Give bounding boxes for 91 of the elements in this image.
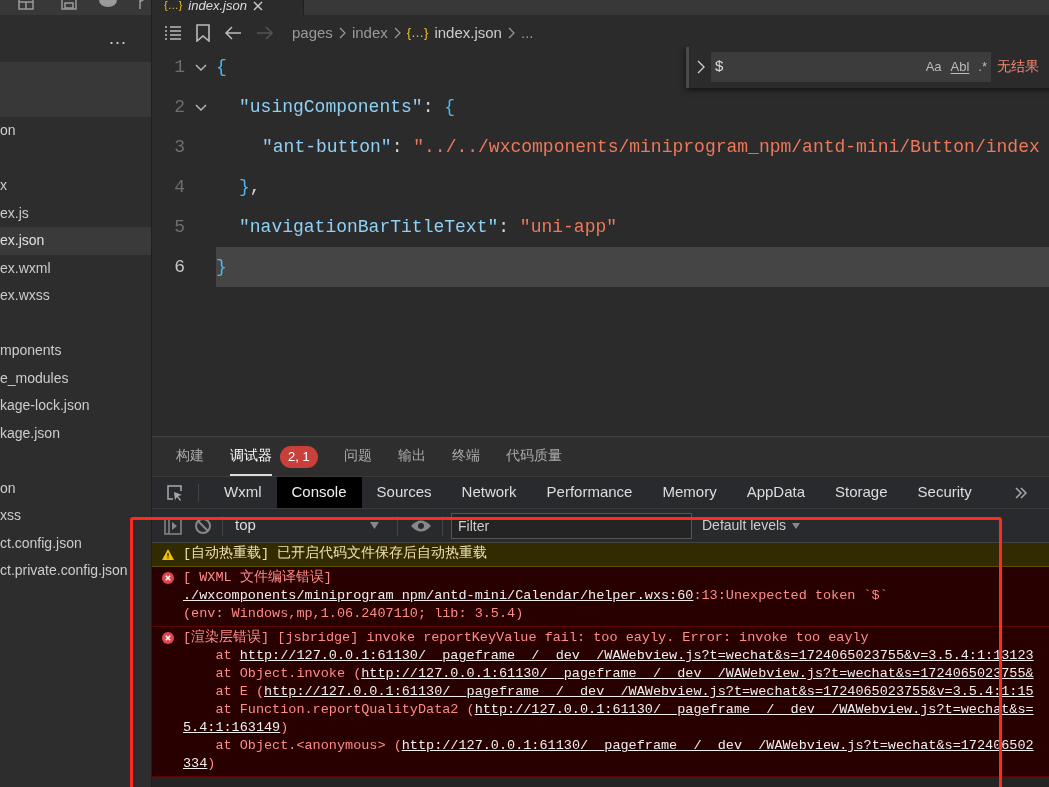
devtools-tab[interactable]: Memory [647,477,732,508]
regex-toggle[interactable]: .* [978,56,987,77]
filter-field[interactable]: Filter [451,512,692,539]
devtools-tab[interactable]: Sources [361,477,447,508]
error-text: ) [280,719,289,737]
no-results-text: 无结果 [997,57,1039,76]
breadcrumb-chevron-icon [338,27,346,39]
file-tree-item[interactable]: kage-lock.json [0,392,151,420]
line-number: 6 [173,255,185,279]
json-file-icon: {…} [164,0,183,11]
code-line: } [216,255,227,279]
dropdown-caret-icon [370,522,379,529]
back-arrow-icon[interactable] [224,26,242,40]
breadcrumb-item[interactable]: index.json [434,21,502,45]
line-number: 4 [173,175,185,199]
editor-tab[interactable]: {…} index.json [152,0,304,15]
source-link[interactable]: ./wxcomponents/miniprogram_npm/antd-mini/Calendar/helper.wxs:60 [183,587,694,605]
error-message: [渲染层错误] [jsbridge] invoke reportKeyValue fail: too eayly. Error: invoke too eayly [183,629,870,647]
devtools-tab[interactable]: Storage [820,477,903,508]
error-message: (env: Windows,mp,1.06.2407110; lib: 3.5.4) [183,605,525,623]
devtools-tab[interactable]: AppData [731,477,820,508]
fold-chevron-icon[interactable] [194,63,207,71]
json-file-icon: {…} [406,23,429,43]
file-tree-item[interactable]: ct.config.json [0,529,151,557]
line-number: 5 [173,215,185,239]
warning-icon [162,548,174,560]
close-icon[interactable] [252,0,263,11]
find-query-text: $ [715,56,725,77]
error-text: at [214,647,233,665]
file-tree-item[interactable]: e_modules [0,364,151,392]
outline-icon[interactable] [164,26,182,40]
code-line: }, [239,175,261,199]
file-tree-item[interactable]: ex.js [0,199,151,227]
file-tree-item[interactable]: ex.json [0,227,151,255]
file-tree-item[interactable]: mponents [0,337,151,365]
file-tree-item[interactable]: x [0,172,151,200]
file-tree-item[interactable]: xss [0,502,151,530]
file-tree-item[interactable]: ex.wxml [0,254,151,282]
breadcrumb-item[interactable]: index [351,21,388,45]
expand-chevron-icon[interactable] [697,59,705,74]
whole-word-toggle[interactable]: Abl [950,56,970,77]
breadcrumb-item[interactable]: pages [292,21,333,45]
line-number: 1 [173,55,185,79]
code-line: "ant-button": "../../wxcomponents/miniprogram_npm/antd-mini/Button/index [262,135,1040,159]
line-number: 2 [173,95,185,119]
code-line: "navigationBarTitleText": "uni-app" [239,215,618,239]
error-count-badge: 2, 1 [280,445,318,468]
breadcrumb-chevron-icon [507,27,515,39]
warning-message: [自动热重载] 已开启代码文件保存后自动热重载 [183,545,488,563]
devtools-tab[interactable]: Console [276,477,362,508]
error-icon [162,572,174,584]
panel-tab[interactable]: 构建 [176,437,204,476]
eye-icon[interactable] [410,518,432,533]
file-tree-item[interactable]: ex.wxss [0,282,151,310]
error-text: at Object.invoke ( [214,665,362,683]
match-case-toggle[interactable]: Aa [925,56,942,77]
context-select[interactable]: top [223,512,391,539]
error-text: at E ( [214,683,264,701]
inspect-icon[interactable] [166,483,184,502]
code-line: { [216,55,227,79]
devtools-tab[interactable]: Network [446,477,532,508]
code-line: "usingComponents": { [239,95,456,119]
panel-tab[interactable]: 问题 [343,437,372,476]
panel-tab[interactable]: 代码质量 [505,437,562,476]
panel-tab[interactable]: 终端 [451,437,480,476]
breadcrumb-item[interactable]: ... [520,21,534,45]
line-number: 3 [173,135,185,159]
dropdown-caret-icon [792,522,801,529]
find-input[interactable]: $ Aa Abl .* [711,51,991,82]
devtools-tab[interactable]: Wxml [209,477,277,508]
file-tree-item[interactable]: on [0,117,151,145]
error-text: :13:Unexpected token `$` [693,587,888,605]
breadcrumb-chevron-icon [393,27,401,39]
fold-chevron-icon[interactable] [194,103,207,111]
bookmark-icon[interactable] [196,24,210,42]
file-tree-item[interactable]: ct.private.config.json [0,557,151,585]
error-text: at Object.<anonymous> ( [214,737,402,755]
source-link[interactable]: 334 [183,755,208,773]
more-tabs-icon[interactable] [1014,486,1027,499]
file-tree-item[interactable]: on [0,474,151,502]
error-icon [162,632,174,644]
devtools-tab[interactable]: Performance [531,477,648,508]
error-text: ) [207,755,216,773]
source-link[interactable]: 5.4:1:163149 [183,719,281,737]
panel-tab[interactable]: 输出 [397,437,426,476]
error-message: [ WXML 文件编译错误] [183,569,333,587]
error-text: at Function.reportQualityData2 ( [214,701,475,719]
levels-dropdown[interactable]: Default levels [702,513,801,538]
file-tree-item[interactable]: kage.json [0,419,151,447]
more-menu[interactable]: ... [109,25,127,52]
devtools-tab[interactable]: Security [902,477,987,508]
